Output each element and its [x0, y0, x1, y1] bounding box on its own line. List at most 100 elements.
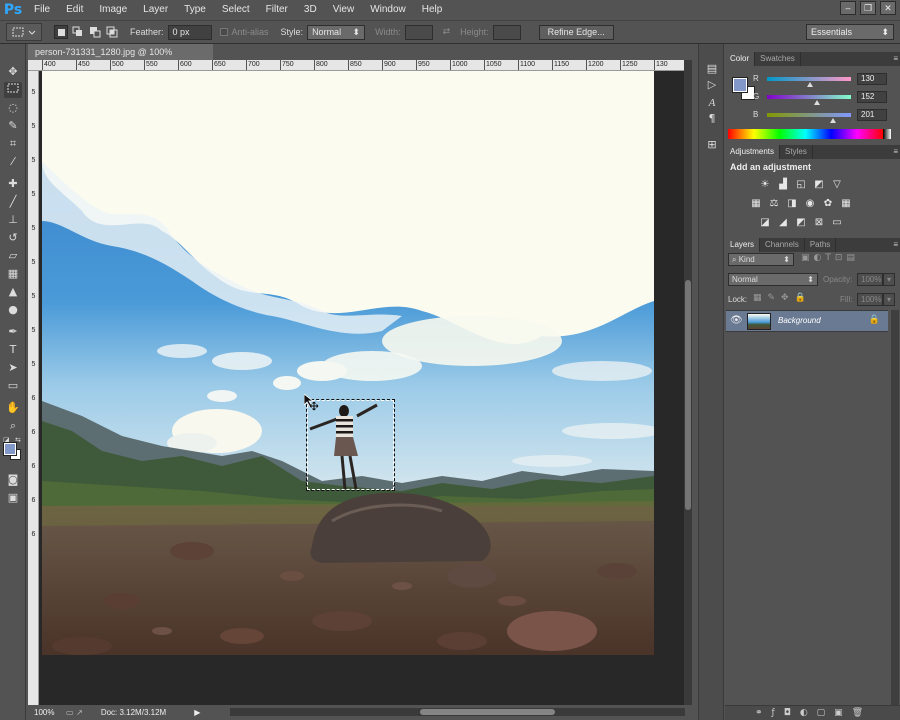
exposure-icon[interactable]: ◩ [813, 179, 825, 190]
lasso-tool-icon[interactable]: ◌ [4, 100, 22, 116]
curves-icon[interactable]: ◱ [795, 179, 807, 190]
zoom-level[interactable]: 100% [34, 708, 60, 717]
layer-filter-icons[interactable]: ▣◐T⊡▤ [801, 253, 893, 266]
opacity-input[interactable]: 100% [857, 273, 883, 286]
lock-icons[interactable]: ▦✎✥🔒 [753, 293, 812, 303]
marquee-selection[interactable] [306, 399, 395, 491]
horizontal-scroll-thumb[interactable] [420, 709, 555, 715]
anti-alias-checkbox[interactable] [219, 28, 228, 36]
type-tool-icon[interactable]: T [4, 342, 22, 358]
green-slider-track[interactable] [767, 95, 851, 99]
tab-adjustments[interactable]: Adjustments [725, 145, 781, 159]
foreground-color-swatch[interactable] [3, 442, 17, 456]
refine-edge-button[interactable]: Refine Edge... [538, 24, 614, 40]
status-menu-arrow-icon[interactable]: ▶ [194, 708, 200, 717]
style-select[interactable]: Normal ⬍ [307, 24, 366, 40]
shape-tool-icon[interactable]: ▭ [4, 378, 22, 394]
panel-menu-icon[interactable]: ≡ [893, 52, 898, 66]
bw-ramp[interactable] [883, 129, 891, 139]
width-input[interactable] [404, 24, 433, 40]
horizontal-scrollbar[interactable] [230, 708, 685, 716]
color-panel-swatches[interactable] [732, 77, 755, 100]
red-slider-knob[interactable] [806, 82, 813, 87]
levels-icon[interactable]: ▟ [777, 179, 789, 190]
panel-menu-icon[interactable]: ≡ [893, 145, 898, 159]
history-brush-tool-icon[interactable]: ↺ [4, 230, 22, 246]
panel-menu-icon[interactable]: ≡ [893, 238, 898, 252]
feather-input[interactable]: 0 px [167, 24, 212, 40]
menu-select[interactable]: Select [214, 0, 258, 20]
crop-tool-icon[interactable]: ⌗ [4, 136, 22, 152]
restore-button[interactable]: ❐ [860, 1, 876, 15]
dodge-tool-icon[interactable]: ● [4, 302, 22, 318]
menu-3d[interactable]: 3D [296, 0, 325, 20]
path-select-tool-icon[interactable]: ➤ [4, 360, 22, 376]
move-tool-icon[interactable]: ✥ [4, 64, 22, 80]
color-swatches[interactable]: ◪ ⇆ [3, 436, 23, 460]
threshold-icon[interactable]: ◩ [795, 217, 807, 228]
blue-slider-track[interactable] [767, 113, 851, 117]
red-value-input[interactable]: 130 [857, 73, 887, 85]
hue-saturation-icon[interactable]: ▦ [750, 198, 762, 209]
menu-window[interactable]: Window [362, 0, 414, 20]
tab-color[interactable]: Color [725, 52, 756, 66]
vertical-scrollbar[interactable] [684, 60, 692, 705]
blue-slider-knob[interactable] [830, 118, 837, 123]
properties-panel-icon[interactable]: ⊞ [704, 138, 720, 152]
layer-row-background[interactable]: 👁 Background 🔒 [726, 310, 888, 332]
clone-stamp-tool-icon[interactable]: ⊥ [4, 212, 22, 228]
tab-channels[interactable]: Channels [760, 238, 805, 252]
selective-color-icon[interactable]: ⊠ [813, 217, 825, 228]
lock-icon[interactable]: 🔒 [869, 315, 880, 325]
close-button[interactable]: ✕ [880, 1, 896, 15]
posterize-icon[interactable]: ◢ [777, 217, 789, 228]
gradient-tool-icon[interactable]: ▦ [4, 266, 22, 282]
invert-icon[interactable]: ◪ [759, 217, 771, 228]
menu-filter[interactable]: Filter [258, 0, 296, 20]
new-selection-icon[interactable] [53, 25, 68, 39]
tool-preset-picker[interactable] [6, 23, 42, 41]
menu-edit[interactable]: Edit [58, 0, 91, 20]
paragraph-panel-icon[interactable]: ¶ [704, 112, 720, 126]
menu-help[interactable]: Help [414, 0, 451, 20]
tab-paths[interactable]: Paths [805, 238, 837, 252]
status-icons[interactable]: ▭ ↗ [66, 708, 83, 717]
eraser-tool-icon[interactable]: ▱ [4, 248, 22, 264]
hand-tool-icon[interactable]: ✋ [4, 400, 22, 416]
character-panel-icon[interactable]: A [704, 96, 720, 110]
blue-value-input[interactable]: 201 [857, 109, 887, 121]
brightness-contrast-icon[interactable]: ☀ [759, 179, 771, 190]
tab-styles[interactable]: Styles [780, 145, 813, 159]
black-white-icon[interactable]: ◨ [786, 198, 798, 209]
layer-filter-select[interactable]: ⌕ Kind ⬍ [728, 253, 794, 266]
document-tab[interactable]: person-731331_1280.jpg @ 100% (RGB/8#)× [28, 44, 213, 73]
tab-swatches[interactable]: Swatches [755, 52, 801, 66]
vertical-scroll-thumb[interactable] [685, 280, 691, 510]
photo-filter-icon[interactable]: ◉ [804, 198, 816, 209]
layers-scrollbar[interactable] [891, 310, 899, 705]
marquee-tool-icon[interactable] [4, 82, 22, 98]
actions-panel-icon[interactable]: ▷ [704, 78, 720, 92]
blur-tool-icon[interactable]: ▲ [4, 284, 22, 300]
workspace-select[interactable]: Essentials ⬍ [806, 24, 894, 40]
color-spectrum-ramp[interactable] [728, 129, 883, 139]
eye-icon[interactable]: 👁 [730, 315, 743, 326]
color-balance-icon[interactable]: ⚖ [768, 198, 780, 209]
color-lookup-icon[interactable]: ▦ [840, 198, 852, 209]
eyedropper-tool-icon[interactable]: ⁄ [4, 154, 22, 170]
document-image[interactable] [42, 71, 654, 655]
height-input[interactable] [492, 24, 521, 40]
opacity-dropdown[interactable]: ▾ [883, 273, 895, 286]
canvas-area[interactable] [39, 71, 684, 705]
pen-tool-icon[interactable]: ✒ [4, 324, 22, 340]
red-slider-track[interactable] [767, 77, 851, 81]
intersect-selection-icon[interactable] [105, 25, 119, 39]
channel-mixer-icon[interactable]: ✿ [822, 198, 834, 209]
blend-mode-select[interactable]: Normal ⬍ [728, 273, 818, 286]
screen-mode-icon[interactable]: ▣ [4, 490, 22, 506]
fill-dropdown[interactable]: ▾ [883, 293, 895, 306]
green-value-input[interactable]: 152 [857, 91, 887, 103]
fill-input[interactable]: 100% [857, 293, 883, 306]
menu-file[interactable]: File [26, 0, 58, 20]
green-slider-knob[interactable] [814, 100, 821, 105]
